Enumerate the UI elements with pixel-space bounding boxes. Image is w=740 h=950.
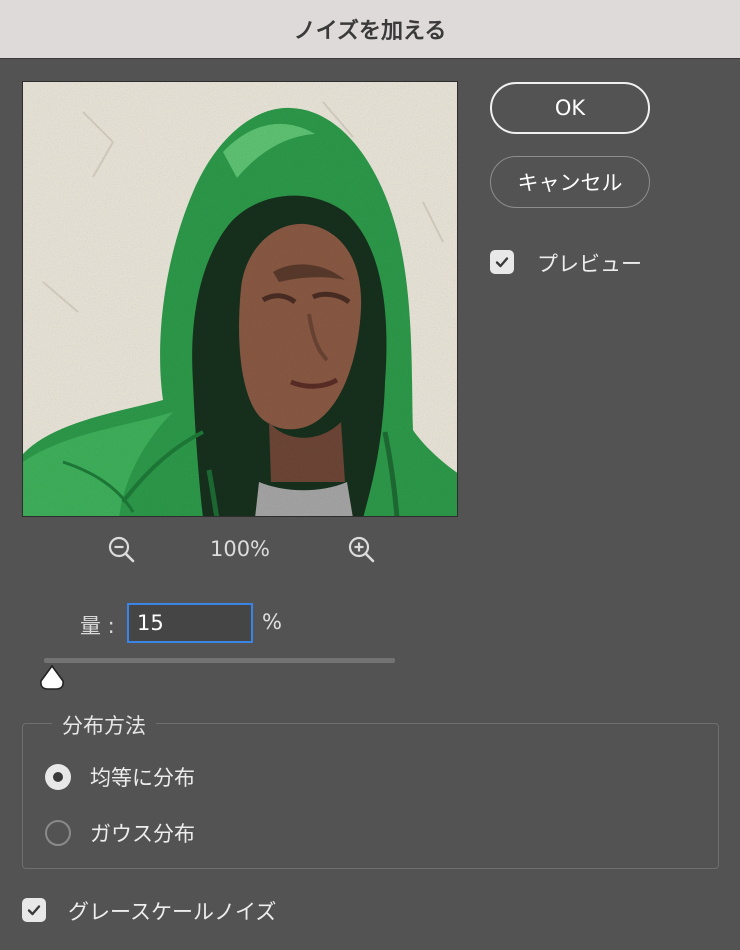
checkmark-icon: [27, 905, 41, 916]
amount-label: 量 :: [80, 614, 115, 638]
dialog-titlebar: ノイズを加える: [0, 0, 740, 59]
radio-gaussian[interactable]: [45, 820, 71, 846]
grayscale-noise-checkbox[interactable]: [22, 898, 46, 922]
distribution-title: 分布方法: [52, 710, 156, 740]
zoom-in-icon[interactable]: [344, 532, 380, 568]
preview-checkbox[interactable]: [490, 250, 514, 274]
radio-dot: [53, 772, 63, 782]
amount-slider-thumb[interactable]: [38, 664, 66, 692]
preview-photo: [23, 82, 457, 516]
filter-preview-image[interactable]: [22, 81, 458, 517]
zoom-bar: 100%: [0, 532, 480, 568]
cancel-button[interactable]: キャンセル: [490, 156, 650, 208]
zoom-out-icon[interactable]: [104, 532, 140, 568]
dialog-title: ノイズを加える: [293, 19, 447, 44]
ok-button[interactable]: OK: [490, 82, 650, 134]
amount-unit: %: [262, 610, 282, 634]
radio-uniform-label[interactable]: 均等に分布: [90, 762, 195, 792]
zoom-level: 100%: [209, 537, 271, 561]
grayscale-noise-label[interactable]: グレースケールノイズ: [68, 896, 276, 926]
checkmark-icon: [495, 257, 509, 268]
radio-gaussian-label[interactable]: ガウス分布: [90, 818, 195, 848]
radio-uniform[interactable]: [45, 764, 71, 790]
amount-slider-track[interactable]: [44, 658, 395, 663]
amount-input[interactable]: [127, 603, 253, 643]
preview-label[interactable]: プレビュー: [537, 248, 642, 278]
